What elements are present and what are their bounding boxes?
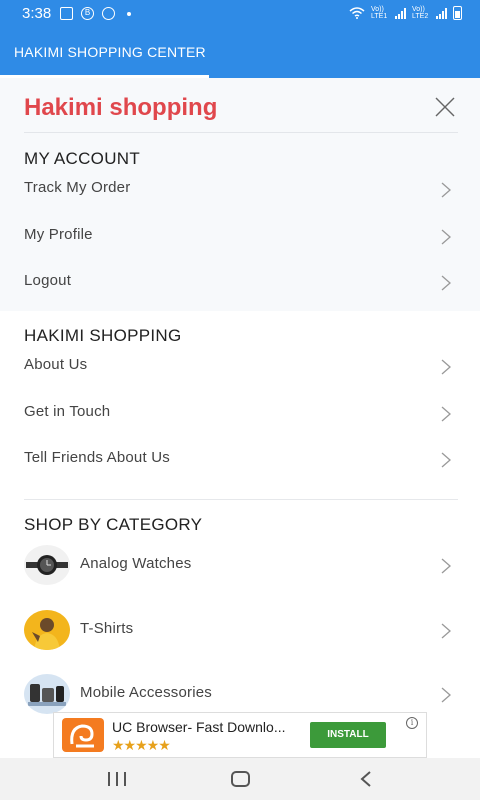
ad-banner[interactable]: UC Browser- Fast Downlo... ★★★★★ INSTALL… xyxy=(53,712,427,758)
status-bar: 3:38 B Vo)) LTE1 Vo)) LTE2 xyxy=(0,0,480,28)
system-nav-bar xyxy=(0,758,480,800)
info-icon[interactable]: i xyxy=(406,717,418,729)
tshirt-thumbnail xyxy=(24,610,70,650)
dot-icon xyxy=(127,11,131,16)
lte1-label: Vo)) LTE1 xyxy=(371,6,388,20)
chevron-right-icon xyxy=(441,406,451,422)
menu-item-label: My Profile xyxy=(24,226,93,243)
accessories-thumbnail xyxy=(24,674,70,714)
gallery-icon xyxy=(60,7,73,20)
menu-item-label: Track My Order xyxy=(24,179,131,196)
recents-button[interactable] xyxy=(108,772,126,786)
menu-item-my-profile[interactable]: My Profile xyxy=(0,214,480,260)
wifi-icon xyxy=(349,7,365,19)
category-label: T-Shirts xyxy=(80,620,134,637)
carrier-icon xyxy=(102,7,115,20)
ad-title: UC Browser- Fast Downlo... xyxy=(112,719,286,735)
chevron-right-icon xyxy=(441,359,451,375)
status-time: 3:38 xyxy=(22,5,52,22)
chevron-right-icon xyxy=(441,275,451,291)
chevron-right-icon xyxy=(441,687,451,703)
menu-item-label: Tell Friends About Us xyxy=(24,449,170,466)
status-icons-left: B xyxy=(60,7,131,20)
battery-icon xyxy=(453,6,462,20)
close-button[interactable] xyxy=(434,96,456,118)
chevron-right-icon xyxy=(441,623,451,639)
watch-thumbnail xyxy=(24,545,70,585)
uc-browser-icon xyxy=(62,718,104,752)
menu-item-label: Get in Touch xyxy=(24,403,111,420)
section-title-my-account: MY ACCOUNT xyxy=(24,149,141,168)
status-icons-right: Vo)) LTE1 Vo)) LTE2 xyxy=(349,6,462,20)
chevron-right-icon xyxy=(441,452,451,468)
back-icon[interactable] xyxy=(360,770,372,788)
close-icon xyxy=(435,97,455,117)
drawer-title: Hakimi shopping xyxy=(24,94,218,121)
section-divider xyxy=(24,499,458,500)
section-title-hakimi-shopping: HAKIMI SHOPPING xyxy=(24,326,182,345)
recents-icon-bar xyxy=(124,772,126,786)
recents-icon-bar xyxy=(108,772,110,786)
app-title: HAKIMI SHOPPING CENTER xyxy=(14,44,206,60)
signal-lte2-icon xyxy=(436,7,447,19)
signal-lte1-icon xyxy=(395,7,406,19)
menu-item-label: About Us xyxy=(24,356,88,373)
category-item-t-shirts[interactable]: T-Shirts xyxy=(0,602,480,658)
section-title-shop-by-category: SHOP BY CATEGORY xyxy=(24,515,203,534)
chevron-right-icon xyxy=(441,182,451,198)
menu-item-label: Logout xyxy=(24,272,72,289)
recents-icon-bar xyxy=(116,772,118,786)
category-label: Mobile Accessories xyxy=(80,684,212,701)
install-button[interactable]: INSTALL xyxy=(310,722,386,748)
ad-rating: ★★★★★ xyxy=(112,737,171,753)
menu-item-tell-friends[interactable]: Tell Friends About Us xyxy=(0,437,480,483)
menu-item-track-my-order[interactable]: Track My Order xyxy=(0,167,480,213)
menu-item-get-in-touch[interactable]: Get in Touch xyxy=(0,391,480,437)
menu-item-about-us[interactable]: About Us xyxy=(0,344,480,390)
category-label: Analog Watches xyxy=(80,555,192,572)
menu-item-logout[interactable]: Logout xyxy=(0,260,480,306)
chevron-right-icon xyxy=(441,229,451,245)
app-bar: HAKIMI SHOPPING CENTER xyxy=(0,28,480,78)
header-divider xyxy=(24,132,458,133)
b-icon: B xyxy=(81,7,94,20)
lte2-label: Vo)) LTE2 xyxy=(412,6,429,20)
home-button[interactable] xyxy=(231,771,250,787)
category-item-analog-watches[interactable]: Analog Watches xyxy=(0,537,480,593)
chevron-right-icon xyxy=(441,558,451,574)
